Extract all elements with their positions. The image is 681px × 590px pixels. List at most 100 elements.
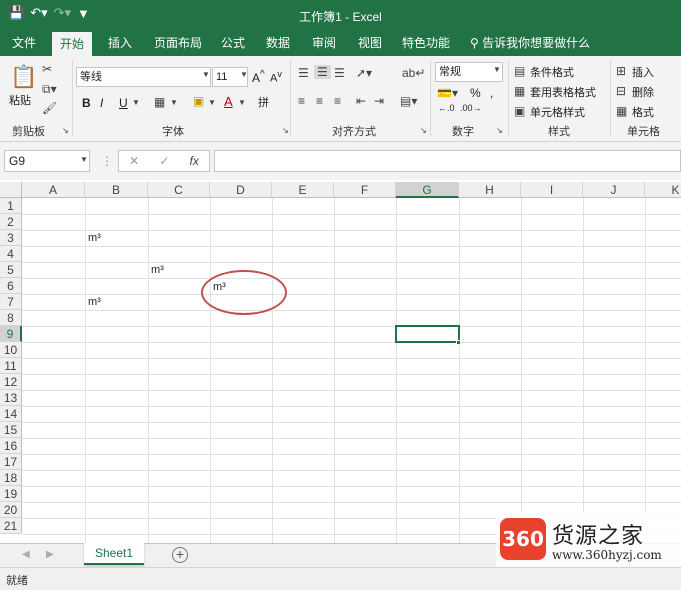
fill-color-icon[interactable]: ▣ bbox=[193, 94, 204, 108]
row-header[interactable]: 16 bbox=[0, 438, 22, 454]
increase-decimal-icon[interactable]: ←.0 bbox=[438, 103, 455, 113]
add-sheet-icon[interactable]: + bbox=[172, 547, 188, 563]
cell-styles-button[interactable]: 单元格样式 bbox=[530, 104, 585, 120]
row-header[interactable]: 6 bbox=[0, 278, 22, 294]
row-header[interactable]: 12 bbox=[0, 374, 22, 390]
orientation-icon[interactable]: ➚▾ bbox=[356, 66, 372, 80]
row-header[interactable]: 21 bbox=[0, 518, 22, 534]
insert-cells-button[interactable]: 插入 bbox=[632, 64, 654, 80]
fill-handle[interactable] bbox=[456, 340, 461, 345]
bold-icon[interactable]: B bbox=[82, 96, 91, 110]
align-top-icon[interactable]: ☰ bbox=[298, 66, 309, 80]
selected-cell-g9[interactable] bbox=[395, 325, 460, 343]
cancel-icon[interactable]: ✕ bbox=[129, 154, 139, 168]
row-header[interactable]: 18 bbox=[0, 470, 22, 486]
number-launcher-icon[interactable]: ↘ bbox=[496, 126, 503, 135]
clipboard-launcher-icon[interactable]: ↘ bbox=[62, 126, 69, 135]
sheet-tab-sheet1[interactable]: Sheet1 bbox=[84, 543, 144, 565]
decrease-decimal-icon[interactable]: .00→ bbox=[460, 103, 482, 113]
column-header-d[interactable]: D bbox=[210, 182, 272, 198]
chevron-down-icon[interactable]: ▼ bbox=[170, 98, 178, 107]
row-header[interactable]: 4 bbox=[0, 246, 22, 262]
grow-font-icon[interactable]: A^ bbox=[252, 69, 265, 85]
row-header[interactable]: 20 bbox=[0, 502, 22, 518]
column-header-g[interactable]: G bbox=[396, 182, 459, 198]
tab-special-features[interactable]: 特色功能 bbox=[394, 30, 458, 56]
cell-styles-icon[interactable]: ▣ bbox=[514, 104, 525, 118]
formula-input[interactable] bbox=[214, 150, 681, 172]
column-header-k[interactable]: K bbox=[645, 182, 681, 198]
chevron-down-icon[interactable]: ▼ bbox=[240, 70, 248, 79]
italic-icon[interactable]: I bbox=[100, 96, 103, 110]
format-cells-button[interactable]: 格式 bbox=[632, 104, 654, 120]
worksheet-grid[interactable]: A B C D E F G H I J K 1 2 3 4 5 6 7 8 9 … bbox=[0, 182, 681, 543]
row-header[interactable]: 15 bbox=[0, 422, 22, 438]
align-center-icon[interactable]: ≡ bbox=[316, 94, 323, 108]
row-header[interactable]: 19 bbox=[0, 486, 22, 502]
row-header[interactable]: 13 bbox=[0, 390, 22, 406]
row-header[interactable]: 17 bbox=[0, 454, 22, 470]
name-box[interactable]: G9 bbox=[4, 150, 90, 172]
select-all-button[interactable] bbox=[0, 182, 22, 198]
font-name-select[interactable]: 等线 bbox=[76, 67, 211, 87]
row-header[interactable]: 1 bbox=[0, 198, 22, 214]
tab-page-layout[interactable]: 页面布局 bbox=[146, 30, 210, 56]
column-header-a[interactable]: A bbox=[22, 182, 85, 198]
row-header[interactable]: 14 bbox=[0, 406, 22, 422]
table-format-icon[interactable]: ▦ bbox=[514, 84, 525, 98]
cell-c5[interactable]: m³ bbox=[149, 262, 164, 278]
sheet-prev-icon[interactable]: ◀ bbox=[22, 549, 30, 560]
currency-icon[interactable]: 💳▾ bbox=[437, 86, 458, 100]
row-header[interactable]: 10 bbox=[0, 342, 22, 358]
font-launcher-icon[interactable]: ↘ bbox=[282, 126, 289, 135]
increase-indent-icon[interactable]: ⇥ bbox=[374, 94, 384, 108]
column-header-e[interactable]: E bbox=[272, 182, 334, 198]
sheet-next-icon[interactable]: ▶ bbox=[46, 549, 54, 560]
insert-cells-icon[interactable]: ⊞ bbox=[616, 64, 626, 78]
row-header[interactable]: 9 bbox=[0, 326, 22, 342]
column-header-c[interactable]: C bbox=[148, 182, 210, 198]
cut-icon[interactable]: ✂ bbox=[42, 62, 52, 76]
tab-review[interactable]: 审阅 bbox=[304, 30, 344, 56]
align-left-icon[interactable]: ≡ bbox=[298, 94, 305, 108]
shrink-font-icon[interactable]: Av bbox=[270, 69, 282, 85]
percent-icon[interactable]: % bbox=[470, 86, 481, 100]
format-cells-icon[interactable]: ▦ bbox=[616, 104, 627, 118]
row-header[interactable]: 8 bbox=[0, 310, 22, 326]
phonetic-icon[interactable]: 拼 bbox=[258, 94, 269, 110]
decrease-indent-icon[interactable]: ⇤ bbox=[356, 94, 366, 108]
insert-function-icon[interactable]: fx bbox=[190, 154, 199, 168]
row-header[interactable]: 11 bbox=[0, 358, 22, 374]
row-header[interactable]: 7 bbox=[0, 294, 22, 310]
alignment-launcher-icon[interactable]: ↘ bbox=[420, 126, 427, 135]
row-header[interactable]: 5 bbox=[0, 262, 22, 278]
tab-formulas[interactable]: 公式 bbox=[213, 30, 253, 56]
column-header-h[interactable]: H bbox=[459, 182, 521, 198]
paste-icon[interactable]: 📋 bbox=[10, 64, 37, 90]
column-header-f[interactable]: F bbox=[334, 182, 396, 198]
merge-center-icon[interactable]: ▤▾ bbox=[400, 94, 417, 108]
tab-view[interactable]: 视图 bbox=[350, 30, 390, 56]
cell-b7[interactable]: m³ bbox=[86, 294, 101, 310]
chevron-down-icon[interactable]: ▼ bbox=[132, 98, 140, 107]
delete-cells-icon[interactable]: ⊟ bbox=[616, 84, 626, 98]
borders-icon[interactable]: ▦ bbox=[154, 95, 165, 109]
tab-insert[interactable]: 插入 bbox=[100, 30, 140, 56]
comma-icon[interactable]: , bbox=[490, 86, 493, 100]
conditional-format-button[interactable]: 条件格式 bbox=[530, 64, 574, 80]
row-header[interactable]: 3 bbox=[0, 230, 22, 246]
font-color-icon[interactable]: A bbox=[224, 94, 233, 109]
chevron-down-icon[interactable]: ▼ bbox=[208, 98, 216, 107]
cell-b3[interactable]: m³ bbox=[86, 230, 101, 246]
paste-button[interactable]: 粘贴 bbox=[9, 92, 31, 108]
copy-icon[interactable]: ⧉▾ bbox=[42, 82, 57, 97]
drag-handle-icon[interactable]: ⋮ bbox=[101, 154, 113, 168]
align-right-icon[interactable]: ≡ bbox=[334, 94, 341, 108]
chevron-down-icon[interactable]: ▼ bbox=[202, 70, 210, 79]
tab-file[interactable]: 文件 bbox=[4, 30, 44, 56]
chevron-down-icon[interactable]: ▼ bbox=[493, 65, 501, 74]
enter-icon[interactable]: ✓ bbox=[159, 154, 169, 168]
format-painter-icon[interactable]: 🖌 bbox=[42, 101, 57, 115]
align-middle-icon[interactable]: ☰ bbox=[314, 65, 331, 79]
column-header-i[interactable]: I bbox=[521, 182, 583, 198]
